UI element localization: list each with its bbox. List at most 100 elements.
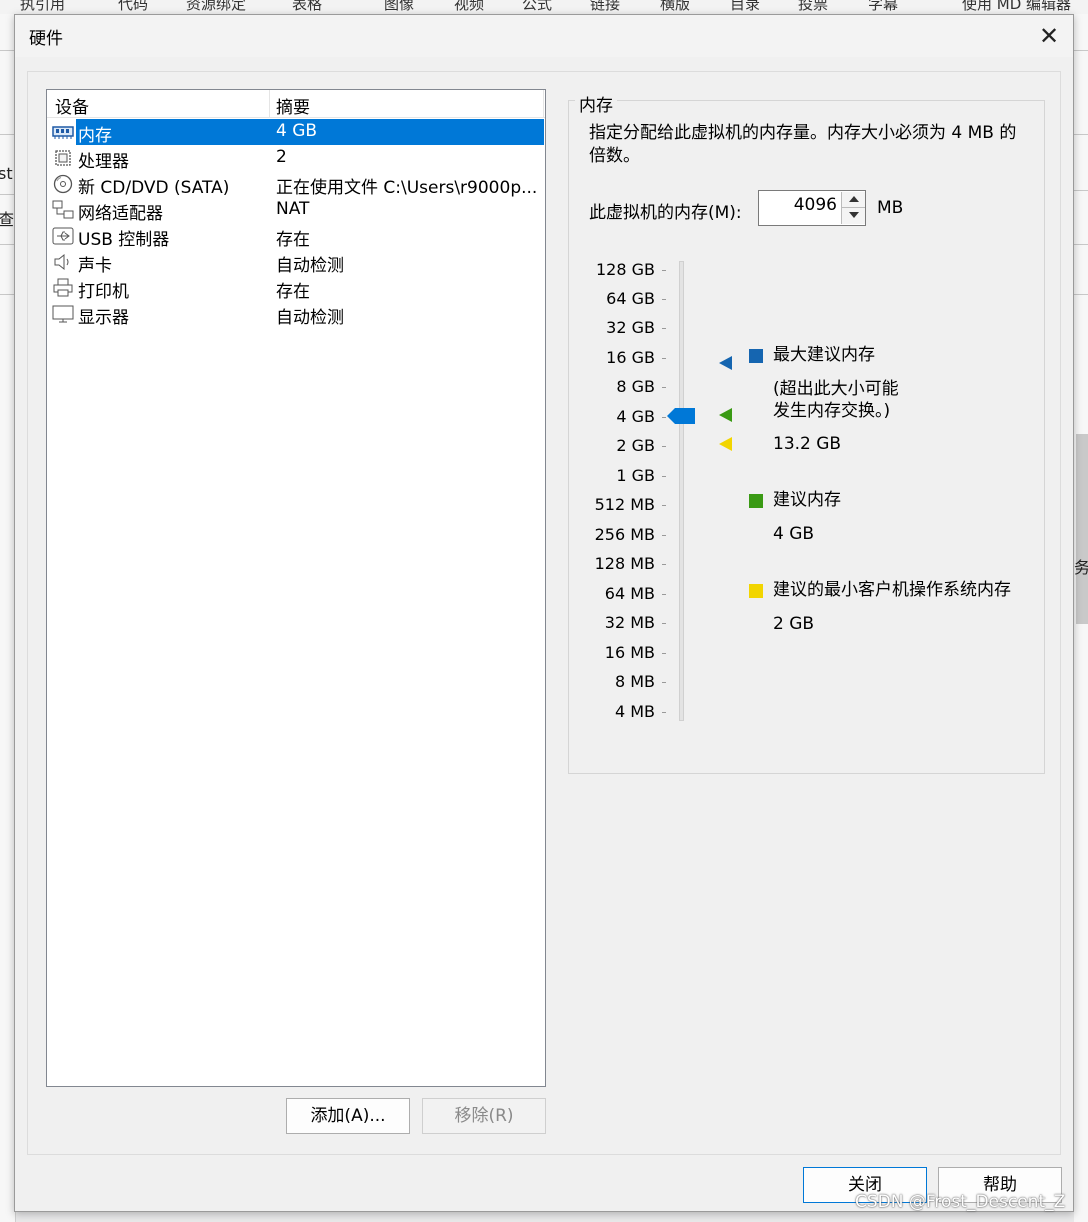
device-name: 内存: [78, 126, 112, 146]
memory-slider-track[interactable]: [679, 261, 684, 721]
bg-toolbar-item: 链接: [590, 0, 621, 13]
scale-label: 4 MB: [614, 702, 655, 721]
device-row-network-adapter[interactable]: 网络适配器 NAT: [47, 197, 545, 224]
scale-label: 4 GB: [616, 407, 655, 426]
add-button[interactable]: 添加(A)...: [286, 1098, 410, 1134]
max-recommended-marker: [719, 356, 732, 370]
scale-tick: [662, 564, 666, 565]
device-name: 处理器: [78, 152, 129, 172]
device-summary: 存在: [276, 230, 310, 250]
device-summary: 自动检测: [276, 308, 344, 328]
scale-label: 64 MB: [604, 584, 655, 603]
scale-label: 512 MB: [594, 495, 655, 514]
scale-label: 32 MB: [604, 613, 655, 632]
scale-tick: [662, 594, 666, 595]
close-icon[interactable]: ✕: [1031, 21, 1067, 51]
device-list[interactable]: 设备 摘要 内存 4 GB 处理器 2 新 CD/DVD (SATA) 正在使用…: [46, 89, 546, 1087]
column-divider[interactable]: [269, 90, 270, 118]
scale-tick: [662, 653, 666, 654]
memory-description: 指定分配给此虚拟机的内存量。内存大小必须为 4 MB 的倍数。: [589, 123, 1017, 166]
memory-group-title: 内存: [575, 91, 617, 116]
scale-label: 8 MB: [614, 672, 655, 691]
scale-tick: [662, 417, 666, 418]
cd-dvd-icon: [53, 174, 73, 194]
scale-tick: [662, 328, 666, 329]
max-recommended-value: 13.2 GB: [773, 434, 842, 454]
recommended-legend-square: [749, 494, 763, 508]
scale-label: 16 MB: [604, 643, 655, 662]
network-adapter-icon: [52, 200, 74, 219]
scale-tick: [662, 623, 666, 624]
scale-label: 64 GB: [606, 289, 655, 308]
scale-tick: [662, 682, 666, 683]
bg-toolbar-item: 图像: [384, 0, 415, 13]
scale-tick: [662, 387, 666, 388]
memory-stepper[interactable]: 4096: [758, 190, 866, 226]
bg-toolbar-item: 代码: [118, 0, 149, 13]
background-toolbar: 执引用 代码 资源绑定 表格 图像 视频 公式 链接 横版 目录 投票 字幕 使…: [0, 0, 1088, 14]
printer-icon: [53, 278, 73, 297]
device-row-usb-controller[interactable]: USB 控制器 存在: [47, 223, 545, 250]
monitor-icon: [52, 305, 74, 323]
min-guest-title: 建议的最小客户机操作系统内存: [773, 580, 1011, 600]
bg-right-fragment: 务: [1074, 558, 1088, 577]
processor-icon: [55, 150, 71, 166]
bg-toolbar-item: 视频: [454, 0, 485, 13]
device-row-memory[interactable]: 内存 4 GB: [47, 119, 545, 146]
device-name: 新 CD/DVD (SATA): [78, 178, 230, 198]
arrow-up-icon: [849, 196, 859, 202]
scale-tick: [662, 535, 666, 536]
device-name: 打印机: [78, 282, 129, 302]
scale-label: 2 GB: [616, 436, 655, 455]
memory-input-label: 此虚拟机的内存(M):: [589, 203, 742, 223]
bg-toolbar-item: 字幕: [868, 0, 899, 13]
bg-left-fragment: 查: [0, 210, 15, 229]
scale-label: 32 GB: [606, 318, 655, 337]
column-header-device[interactable]: 设备: [55, 93, 89, 118]
scale-tick: [662, 358, 666, 359]
hardware-dialog: 硬件 ✕ 设备 摘要 内存 4 GB 处理器 2 新 CD/DVD (SATA)…: [14, 14, 1074, 1212]
bg-toolbar-item: 使用 MD 编辑器: [962, 0, 1072, 13]
remove-button[interactable]: 移除(R): [422, 1098, 546, 1134]
column-header-summary[interactable]: 摘要: [276, 93, 310, 118]
min-guest-value: 2 GB: [773, 614, 815, 634]
bg-toolbar-item: 公式: [522, 0, 553, 13]
memory-icon: [52, 126, 74, 139]
dialog-titlebar: 硬件 ✕: [15, 15, 1073, 57]
bg-scrollbar: [1076, 434, 1088, 624]
spin-down-button[interactable]: [841, 208, 865, 224]
bg-toolbar-item: 表格: [292, 0, 323, 13]
memory-slider-thumb[interactable]: [667, 408, 695, 424]
memory-value[interactable]: 4096: [794, 195, 837, 215]
bg-toolbar-item: 投票: [798, 0, 829, 13]
scale-tick: [662, 476, 666, 477]
scale-label: 128 GB: [596, 260, 655, 279]
device-row-display[interactable]: 显示器 自动检测: [47, 301, 545, 328]
memory-unit: MB: [877, 198, 904, 218]
bg-toolbar-item: 目录: [730, 0, 761, 13]
recommended-title: 建议内存: [773, 490, 841, 510]
device-summary: 正在使用文件 C:\Users\r9000p...: [276, 178, 538, 198]
device-row-sound-card[interactable]: 声卡 自动检测: [47, 249, 545, 276]
speaker-icon: [54, 253, 69, 271]
column-divider: [543, 90, 544, 118]
device-row-cd-dvd[interactable]: 新 CD/DVD (SATA) 正在使用文件 C:\Users\r9000p..…: [47, 171, 545, 198]
device-summary: 存在: [276, 282, 310, 302]
scale-label: 256 MB: [594, 525, 655, 544]
device-summary: NAT: [276, 199, 310, 219]
device-name: 声卡: [78, 256, 112, 276]
usb-icon: [52, 227, 74, 245]
scale-label: 1 GB: [616, 466, 655, 485]
scale-tick: [662, 299, 666, 300]
device-row-processor[interactable]: 处理器 2: [47, 145, 545, 172]
scale-label: 16 GB: [606, 348, 655, 367]
device-row-printer[interactable]: 打印机 存在: [47, 275, 545, 302]
scale-tick: [662, 446, 666, 447]
device-summary: 2: [276, 147, 287, 167]
dialog-title: 硬件: [29, 29, 63, 49]
arrow-down-icon: [849, 212, 859, 218]
bg-toolbar-item: 执引用: [20, 0, 66, 13]
spin-up-button[interactable]: [841, 192, 865, 208]
device-summary: 4 GB: [276, 121, 318, 141]
device-name: 显示器: [78, 308, 129, 328]
